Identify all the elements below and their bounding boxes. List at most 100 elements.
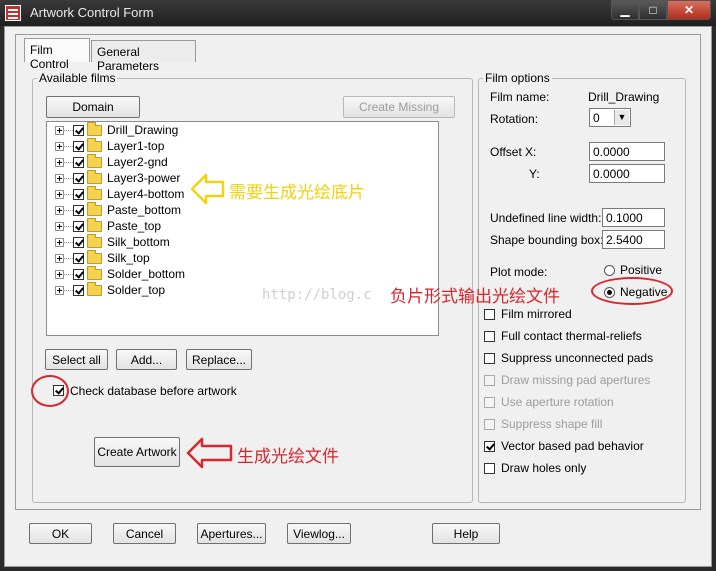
film-tree-item[interactable]: Silk_top (47, 250, 347, 266)
film-label: Layer1-top (107, 139, 165, 153)
film-tree-item[interactable]: Drill_Drawing (47, 122, 347, 138)
film-options-legend: Film options (485, 71, 550, 85)
tab-general-parameters[interactable]: General Parameters (91, 40, 196, 73)
use-aperture-rotation-label: Use aperture rotation (501, 395, 614, 409)
film-checkbox[interactable] (73, 141, 84, 152)
folder-icon (87, 186, 102, 200)
films-tree[interactable]: Drill_Drawing Layer1-top Layer2-gnd Laye… (46, 121, 439, 336)
suppress-shape-fill-label: Suppress shape fill (501, 417, 603, 431)
expand-icon[interactable] (55, 142, 64, 151)
film-tree-item[interactable]: Layer1-top (47, 138, 347, 154)
expand-icon[interactable] (55, 286, 64, 295)
create-artwork-button[interactable]: Create Artwork (94, 437, 180, 467)
film-tree-item[interactable]: Silk_bottom (47, 234, 347, 250)
add-button[interactable]: Add... (116, 349, 177, 370)
offset-y-input[interactable]: 0.0000 (589, 164, 665, 183)
film-checkbox[interactable] (73, 253, 84, 264)
offset-x-input[interactable]: 0.0000 (589, 142, 665, 161)
help-button[interactable]: Help (432, 523, 500, 544)
film-mirrored-checkbox[interactable] (484, 309, 495, 320)
shape-bounding-box-input[interactable]: 2.5400 (602, 230, 665, 249)
folder-icon (87, 138, 102, 152)
folder-icon (87, 282, 102, 296)
films-annotation: 需要生成光绘底片 (229, 183, 365, 203)
expand-icon[interactable] (55, 222, 64, 231)
create-missing-films-button[interactable]: Create Missing Films (343, 96, 455, 134)
expand-icon[interactable] (55, 270, 64, 279)
rotation-select[interactable]: 0 ▼ (589, 108, 631, 127)
undefined-line-width-label: Undefined line width: (490, 211, 602, 225)
app-icon (5, 5, 21, 21)
film-label: Solder_top (107, 283, 166, 297)
expand-icon[interactable] (55, 206, 64, 215)
viewlog-button[interactable]: Viewlog... (287, 523, 351, 544)
draw-holes-label: Draw holes only (501, 461, 587, 475)
film-tree-item[interactable]: Paste_top (47, 218, 347, 234)
film-label: Layer3-power (107, 171, 181, 185)
available-films-legend: Available films (39, 71, 116, 85)
film-checkbox[interactable] (73, 221, 84, 232)
watermark: http://blog.c (262, 287, 372, 303)
film-tree-item[interactable]: Solder_bottom (47, 266, 347, 282)
full-contact-label: Full contact thermal-reliefs (501, 329, 642, 343)
expand-icon[interactable] (55, 126, 64, 135)
folder-icon (87, 122, 102, 136)
film-checkbox[interactable] (73, 205, 84, 216)
film-checkbox[interactable] (73, 173, 84, 184)
cancel-button[interactable]: Cancel (113, 523, 176, 544)
tab-film-control[interactable]: Film Control (24, 38, 90, 71)
expand-icon[interactable] (55, 174, 64, 183)
replace-button[interactable]: Replace... (186, 349, 252, 370)
film-name-label: Film name: (490, 90, 550, 104)
undefined-line-width-input[interactable]: 0.1000 (602, 208, 665, 227)
apertures-button[interactable]: Apertures... (197, 523, 266, 544)
suppress-unconnected-checkbox[interactable] (484, 353, 495, 364)
expand-icon[interactable] (55, 190, 64, 199)
folder-icon (87, 250, 102, 264)
expand-icon[interactable] (55, 254, 64, 263)
draw-missing-checkbox[interactable] (484, 375, 495, 386)
full-contact-checkbox[interactable] (484, 331, 495, 342)
window-title: Artwork Control Form (30, 5, 154, 20)
select-all-button[interactable]: Select all (45, 349, 108, 370)
film-checkbox[interactable] (73, 125, 84, 136)
film-label: Layer2-gnd (107, 155, 168, 169)
draw-holes-checkbox[interactable] (484, 463, 495, 474)
plot-mode-label: Plot mode: (490, 265, 548, 279)
folder-icon (87, 170, 102, 184)
expand-icon[interactable] (55, 158, 64, 167)
positive-radio[interactable] (604, 265, 615, 276)
close-button[interactable]: ✕ (667, 0, 711, 20)
yellow-arrow-icon (190, 173, 225, 205)
negative-annotation: 负片形式输出光绘文件 (390, 287, 560, 307)
shape-bounding-box-label: Shape bounding box: (490, 233, 604, 247)
film-checkbox[interactable] (73, 237, 84, 248)
rotation-label: Rotation: (490, 112, 539, 126)
maximize-button[interactable]: □ (639, 0, 667, 20)
chevron-down-icon[interactable]: ▼ (614, 110, 629, 125)
vector-based-checkbox[interactable] (484, 441, 495, 452)
positive-label: Positive (620, 263, 663, 277)
film-label: Solder_bottom (107, 267, 186, 281)
offset-y-label: Y: (529, 167, 540, 181)
film-label: Silk_top (107, 251, 150, 265)
ok-button[interactable]: OK (29, 523, 92, 544)
minimize-button[interactable]: ▁ (611, 0, 639, 20)
folder-icon (87, 218, 102, 232)
title-bar: Artwork Control Form (0, 0, 716, 26)
film-checkbox[interactable] (73, 189, 84, 200)
film-checkbox[interactable] (73, 285, 84, 296)
draw-missing-label: Draw missing pad apertures (501, 373, 651, 387)
use-aperture-rotation-checkbox[interactable] (484, 397, 495, 408)
suppress-shape-fill-checkbox[interactable] (484, 419, 495, 430)
suppress-unconnected-label: Suppress unconnected pads (501, 351, 654, 365)
film-checkbox[interactable] (73, 269, 84, 280)
film-label: Drill_Drawing (107, 123, 179, 137)
film-checkbox[interactable] (73, 157, 84, 168)
folder-icon (87, 266, 102, 280)
film-label: Silk_bottom (107, 235, 170, 249)
film-tree-item[interactable]: Layer2-gnd (47, 154, 347, 170)
rotation-value: 0 (593, 111, 600, 125)
expand-icon[interactable] (55, 238, 64, 247)
domain-selection-button[interactable]: Domain Selection (46, 96, 140, 134)
